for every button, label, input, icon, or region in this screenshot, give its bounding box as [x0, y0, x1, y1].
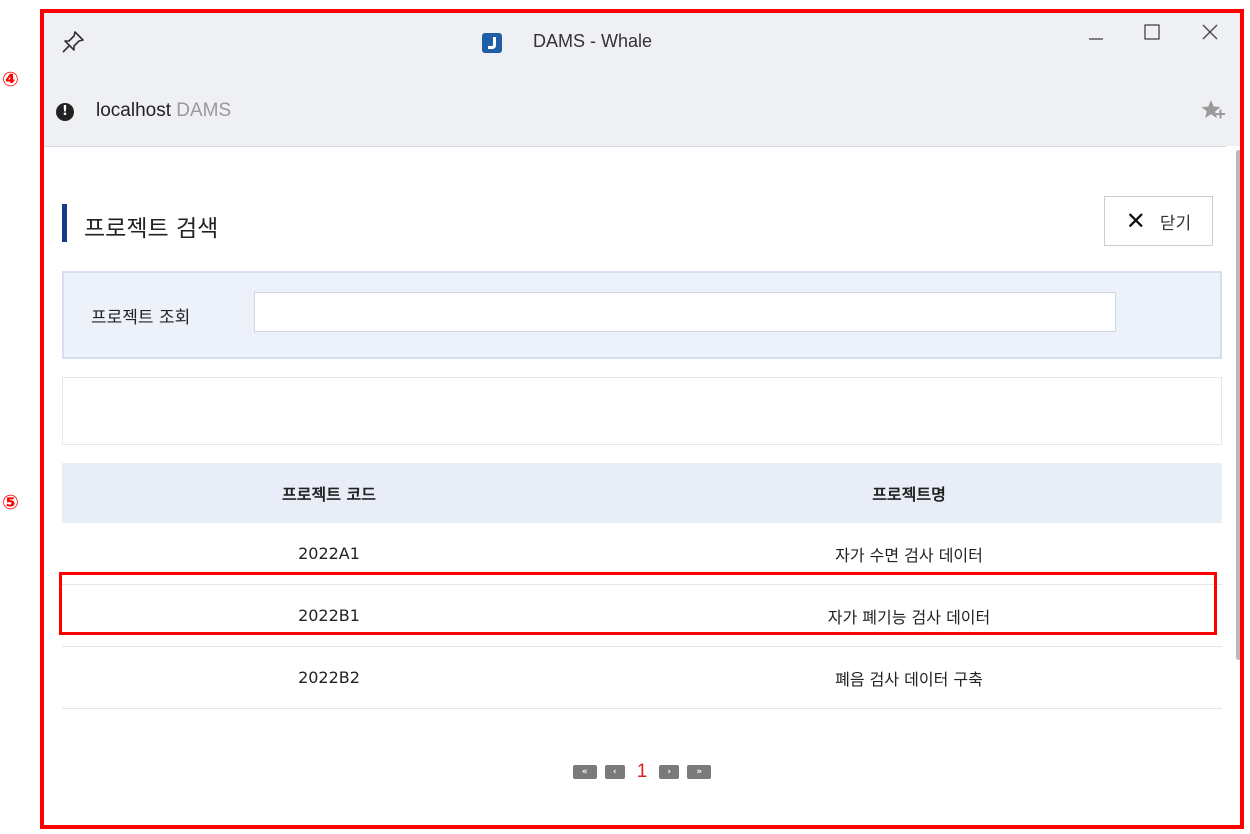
annotation-marker-4: ④: [2, 67, 19, 91]
table-row[interactable]: 2022B2 폐음 검사 데이터 구축: [62, 647, 1222, 709]
first-page-button[interactable]: «: [572, 765, 597, 779]
table-header: 프로젝트 코드 프로젝트명: [62, 463, 1222, 523]
maximize-icon[interactable]: [1132, 19, 1172, 49]
whale-app-icon: [482, 33, 502, 53]
cell-project-code: 2022B2: [298, 668, 360, 687]
title-accent-bar: [62, 204, 67, 242]
scrollbar-thumb[interactable]: [1236, 150, 1241, 660]
star-add-icon[interactable]: [1200, 98, 1226, 124]
pagination: « ‹ 1 › »: [44, 761, 1240, 783]
address-path: DAMS: [176, 100, 232, 121]
column-header-code: 프로젝트 코드: [282, 485, 376, 504]
prev-page-button[interactable]: ‹: [604, 765, 625, 779]
cell-project-code: 2022A1: [298, 544, 360, 563]
table-row[interactable]: 2022A1 자가 수면 검사 데이터: [62, 523, 1222, 585]
close-icon[interactable]: [1190, 19, 1230, 49]
window-title: DAMS - Whale: [533, 31, 653, 51]
project-table: 프로젝트 코드 프로젝트명 2022A1 자가 수면 검사 데이터 2022B1…: [62, 463, 1222, 709]
close-x-icon: ✕: [1125, 207, 1146, 235]
cell-project-name: 자가 수면 검사 데이터: [835, 545, 983, 565]
address-url[interactable]: localhost DAMS: [96, 100, 231, 122]
title-bar: DAMS - Whale: [44, 13, 1240, 78]
empty-info-panel: [62, 377, 1222, 445]
close-button-label: 닫기: [1159, 213, 1192, 234]
pin-icon[interactable]: [60, 29, 86, 55]
column-header-name: 프로젝트명: [872, 485, 946, 504]
browser-popup-window: DAMS - Whale ! localhost DAMS 프로젝트 검색 ✕ …: [44, 13, 1241, 825]
info-icon[interactable]: !: [56, 103, 74, 121]
minimize-icon[interactable]: [1076, 19, 1116, 49]
next-page-button[interactable]: ›: [659, 765, 680, 779]
cell-project-name: 폐음 검사 데이터 구축: [835, 669, 983, 689]
page-number-current[interactable]: 1: [637, 761, 648, 783]
address-host: localhost: [96, 100, 171, 121]
close-button[interactable]: ✕ 닫기: [1104, 196, 1213, 246]
address-bar: ! localhost DAMS: [44, 78, 1240, 147]
cell-project-name: 자가 폐기능 검사 데이터: [827, 607, 991, 627]
page-title: 프로젝트 검색: [84, 216, 219, 242]
search-panel: 프로젝트 조회: [62, 271, 1222, 359]
annotation-marker-5: ⑤: [2, 490, 19, 514]
search-label: 프로젝트 조회: [91, 308, 191, 328]
cell-project-code: 2022B1: [298, 606, 360, 625]
project-search-input[interactable]: [254, 292, 1116, 332]
table-row[interactable]: 2022B1 자가 폐기능 검사 데이터: [62, 585, 1222, 647]
last-page-button[interactable]: »: [687, 765, 712, 779]
